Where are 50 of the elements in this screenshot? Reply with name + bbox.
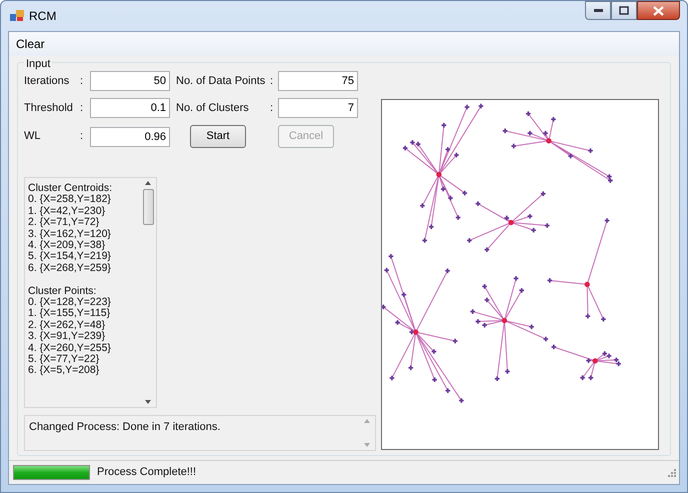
separator-text: :: [80, 129, 84, 144]
scroll-thumb[interactable]: [142, 189, 154, 225]
list-item[interactable]: 0. {X=258,Y=182}: [28, 194, 140, 206]
list-item[interactable]: 5. {X=154,Y=219}: [28, 251, 140, 263]
field-label: Iterations: [24, 74, 70, 89]
input-field[interactable]: 50: [90, 71, 170, 91]
separator-text: :: [80, 100, 84, 116]
minimize-icon: [594, 8, 602, 12]
minimize-button[interactable]: [585, 1, 611, 20]
list-item[interactable]: 1. {X=155,Y=115}: [28, 308, 140, 320]
list-item[interactable]: 4. {X=209,Y=38}: [28, 240, 140, 252]
list-item[interactable]: 2. {X=71,Y=72}: [28, 217, 140, 229]
separator-text: :: [80, 74, 84, 89]
results-list[interactable]: [24, 177, 157, 408]
log-text: Changed Process: Done in 7 iterations.: [28, 420, 222, 435]
list-heading: Cluster Centroids:: [28, 183, 114, 194]
list-item[interactable]: 1. {X=42,Y=230}: [28, 206, 140, 218]
field-label: WL: [24, 129, 42, 144]
list-item[interactable]: 5. {X=77,Y=22}: [28, 354, 140, 366]
input-field[interactable]: 75: [278, 71, 358, 91]
scroll-down-icon[interactable]: [145, 400, 151, 404]
list-item[interactable]: 2. {X=262,Y=48}: [28, 320, 140, 332]
field-label: No. of Data Points: [175, 74, 266, 89]
field-label: Threshold: [24, 100, 74, 116]
group-title: Input: [24, 56, 52, 72]
list-item[interactable]: 4. {X=260,Y=255}: [28, 342, 140, 354]
list-item[interactable]: 0. {X=128,Y=223}: [28, 297, 140, 308]
window-title: RCM: [29, 8, 56, 25]
input-field[interactable]: 7: [278, 98, 358, 118]
list-item[interactable]: 3. {X=162,Y=120}: [28, 228, 140, 240]
separator-text: :: [270, 100, 274, 116]
list-item[interactable]: 6. {X=268,Y=259}: [28, 262, 140, 274]
input-field[interactable]: 0.96: [90, 126, 170, 146]
list-item[interactable]: 6. {X=5,Y=208}: [28, 365, 140, 377]
close-button[interactable]: [637, 1, 680, 20]
scroll-up-icon[interactable]: [145, 181, 151, 185]
list-heading: Cluster Points:: [28, 286, 98, 297]
input-field[interactable]: 0.1: [90, 98, 170, 118]
log-box[interactable]: Changed Process: Done in 7 iterations.: [24, 415, 376, 451]
list-item[interactable]: 3. {X=91,Y=239}: [28, 331, 140, 343]
close-icon: [653, 6, 664, 16]
field-label: No. of Clusters: [175, 100, 250, 116]
maximize-icon: [619, 6, 629, 15]
separator-text: :: [270, 74, 274, 89]
app-icon: [10, 10, 24, 22]
start-button[interactable]: Start: [190, 125, 246, 148]
menu-item[interactable]: Clear: [13, 33, 48, 55]
maximize-button[interactable]: [611, 1, 637, 20]
status-text: Process Complete!!!: [97, 465, 196, 480]
resize-grip-icon: [667, 468, 676, 477]
